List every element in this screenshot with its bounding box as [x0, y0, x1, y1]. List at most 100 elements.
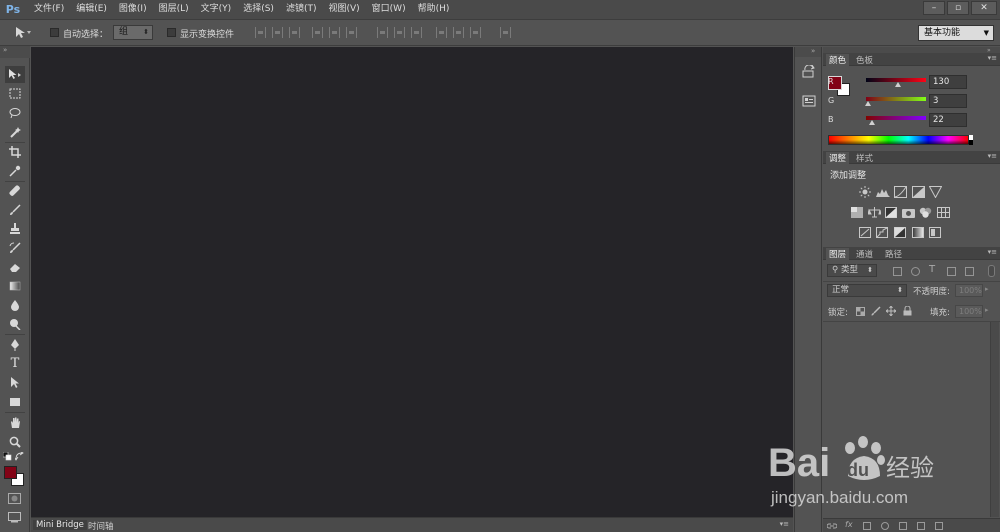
hand-tool[interactable]: [5, 414, 25, 431]
exposure-icon[interactable]: [912, 186, 925, 198]
align-right-icon[interactable]: [346, 27, 357, 38]
green-slider-thumb[interactable]: [865, 101, 871, 106]
align-hcenter-icon[interactable]: [329, 27, 340, 38]
menu-layer[interactable]: 图层(L): [153, 0, 195, 19]
menu-file[interactable]: 文件(F): [28, 0, 70, 19]
tab-mini-bridge[interactable]: Mini Bridge: [33, 520, 87, 530]
align-bottom-icon[interactable]: [289, 27, 300, 38]
tab-timeline[interactable]: 时间轴: [88, 520, 114, 532]
green-slider[interactable]: [866, 97, 926, 101]
tab-adjustments[interactable]: 调整: [826, 152, 850, 164]
dock-expand-icon[interactable]: »: [795, 47, 821, 57]
lock-all-icon[interactable]: [903, 306, 912, 316]
menu-window[interactable]: 窗口(W): [366, 0, 412, 19]
auto-select-checkbox[interactable]: [50, 28, 59, 37]
properties-panel-button[interactable]: [800, 92, 818, 108]
blue-slider-thumb[interactable]: [869, 120, 875, 125]
spectrum-black-swatch[interactable]: [969, 140, 973, 145]
type-tool[interactable]: T: [5, 355, 25, 372]
pen-tool[interactable]: [5, 336, 25, 353]
workspace-dropdown[interactable]: 基本功能 ▼: [918, 25, 994, 41]
lock-pixels-icon[interactable]: [871, 306, 881, 316]
panel-menu-icon[interactable]: ▾≡: [780, 520, 789, 528]
delete-layer-icon[interactable]: [935, 522, 943, 530]
lock-position-icon[interactable]: [886, 306, 896, 316]
pixel-filter-icon[interactable]: [893, 267, 902, 276]
tab-layers[interactable]: 图层: [826, 248, 850, 260]
curves-icon[interactable]: [894, 186, 907, 198]
fill-field[interactable]: 100%: [955, 305, 983, 318]
lasso-tool[interactable]: [5, 104, 25, 121]
red-slider-thumb[interactable]: [895, 82, 901, 87]
black-white-icon[interactable]: [885, 207, 897, 218]
align-top-icon[interactable]: [255, 27, 266, 38]
screen-mode-icon[interactable]: [8, 512, 21, 523]
swap-colors-icon[interactable]: [15, 452, 25, 461]
crop-tool[interactable]: [5, 143, 25, 160]
eyedropper-tool[interactable]: [5, 162, 25, 179]
quick-select-tool[interactable]: [5, 123, 25, 140]
link-layers-icon[interactable]: [827, 522, 837, 530]
align-vcenter-icon[interactable]: [272, 27, 283, 38]
panel-menu-icon[interactable]: ▾≡: [988, 152, 997, 160]
zoom-tool[interactable]: [5, 433, 25, 450]
color-lookup-icon[interactable]: [937, 207, 950, 218]
blue-slider[interactable]: [866, 116, 926, 120]
filter-toggle-switch[interactable]: [988, 265, 995, 277]
brightness-contrast-icon[interactable]: [859, 186, 871, 198]
eraser-tool[interactable]: [5, 258, 25, 275]
distribute-hcenter-icon[interactable]: [453, 27, 464, 38]
blur-tool[interactable]: [5, 296, 25, 313]
new-layer-icon[interactable]: [917, 522, 925, 530]
tab-styles[interactable]: 样式: [856, 152, 873, 164]
distribute-vcenter-icon[interactable]: [394, 27, 405, 38]
minimize-button[interactable]: –: [923, 1, 945, 15]
history-panel-button[interactable]: [800, 63, 818, 79]
smart-object-filter-icon[interactable]: [965, 267, 974, 276]
healing-tool[interactable]: [5, 182, 25, 199]
menu-help[interactable]: 帮助(H): [412, 0, 456, 19]
distribute-right-icon[interactable]: [470, 27, 481, 38]
blend-mode-dropdown[interactable]: 正常 ⬍: [827, 284, 907, 297]
color-balance-icon[interactable]: [868, 207, 881, 218]
red-value-field[interactable]: 130: [929, 75, 967, 89]
layer-list-scrollbar[interactable]: [990, 322, 999, 517]
green-value-field[interactable]: 3: [929, 94, 967, 108]
gradient-tool[interactable]: [5, 277, 25, 294]
lock-transparent-icon[interactable]: [856, 307, 865, 316]
chevron-right-icon[interactable]: ▸: [985, 306, 989, 314]
opacity-field[interactable]: 100%: [955, 284, 983, 297]
menu-type[interactable]: 文字(Y): [195, 0, 238, 19]
hue-saturation-icon[interactable]: [851, 207, 863, 218]
new-adjustment-layer-icon[interactable]: [881, 522, 889, 530]
channel-mixer-icon[interactable]: [919, 207, 932, 218]
path-select-tool[interactable]: [5, 374, 25, 391]
stamp-tool[interactable]: [5, 220, 25, 237]
restore-button[interactable]: ▫: [947, 1, 969, 15]
color-spectrum-ramp[interactable]: [828, 135, 970, 145]
panel-collapse-icon[interactable]: »: [0, 46, 30, 58]
shape-filter-icon[interactable]: [947, 267, 956, 276]
panel-menu-icon[interactable]: ▾≡: [988, 54, 997, 62]
auto-select-dropdown[interactable]: 组 ⬍: [113, 25, 153, 40]
tab-channels[interactable]: 通道: [856, 248, 873, 260]
tab-paths[interactable]: 路径: [885, 248, 902, 260]
move-tool-preset-icon[interactable]: [14, 26, 32, 40]
align-left-icon[interactable]: [312, 27, 323, 38]
move-tool[interactable]: [5, 66, 25, 83]
menu-edit[interactable]: 编辑(E): [70, 0, 113, 19]
invert-icon[interactable]: [859, 227, 871, 238]
adjustment-filter-icon[interactable]: [911, 267, 920, 276]
distribute-left-icon[interactable]: [436, 27, 447, 38]
posterize-icon[interactable]: [876, 227, 888, 238]
dodge-tool[interactable]: [5, 315, 25, 332]
vibrance-icon[interactable]: [929, 186, 942, 198]
foreground-color-swatch[interactable]: [4, 466, 17, 479]
tab-color[interactable]: 颜色: [826, 54, 850, 66]
levels-icon[interactable]: [876, 186, 890, 198]
quick-mask-icon[interactable]: [8, 493, 21, 504]
type-filter-icon[interactable]: T: [929, 264, 935, 275]
chevron-right-icon[interactable]: ▸: [985, 285, 989, 293]
layer-filter-dropdown[interactable]: ⚲ 类型 ⬍: [827, 264, 877, 277]
gradient-map-icon[interactable]: [912, 227, 924, 238]
